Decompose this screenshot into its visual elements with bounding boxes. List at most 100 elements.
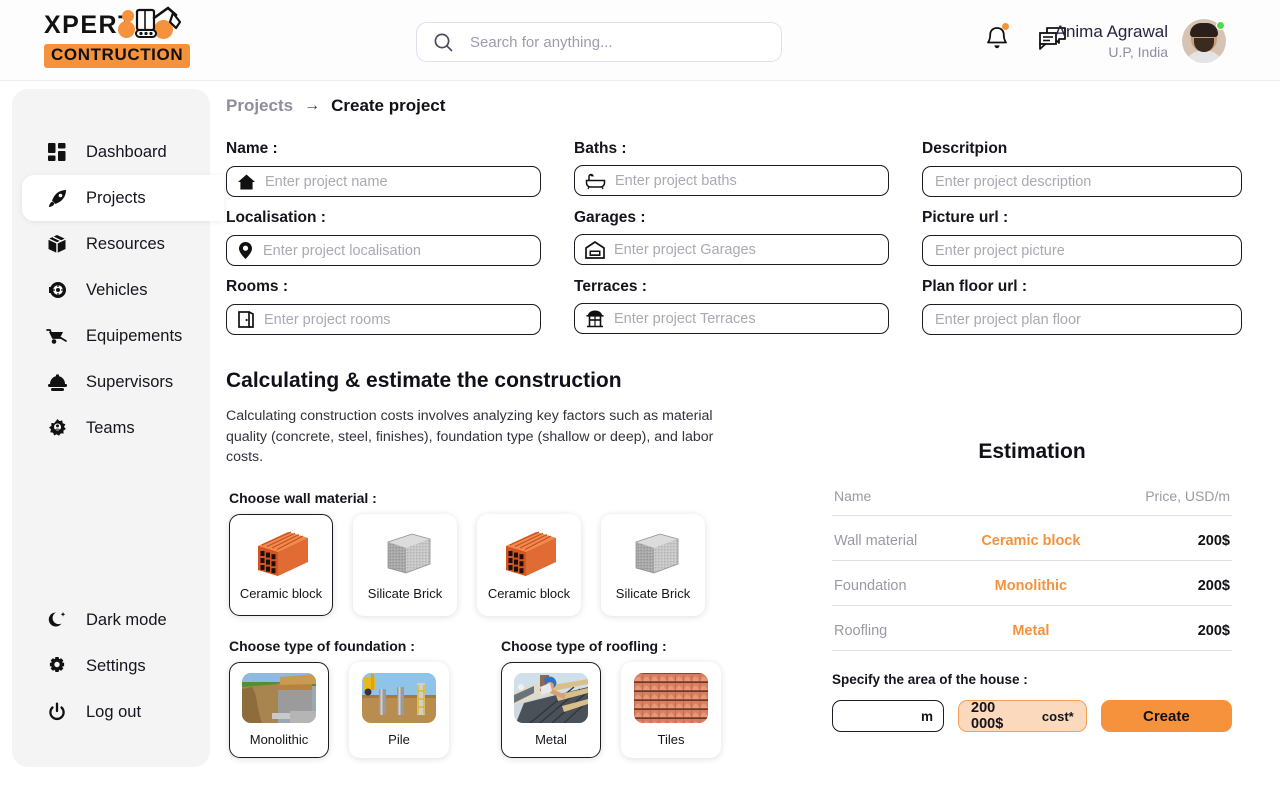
- sidebar-item-label: Dark mode: [86, 610, 167, 629]
- foundation-option-label: Monolithic: [249, 731, 309, 747]
- moon-icon: [46, 610, 68, 630]
- rooms-input[interactable]: [264, 311, 530, 328]
- search-icon: [433, 32, 454, 53]
- field-label: Baths :: [574, 140, 627, 157]
- sidebar-item-projects[interactable]: Projects: [22, 175, 224, 221]
- rooms-input-wrap[interactable]: [226, 304, 541, 335]
- column-header-price: Price, USD/m: [1104, 488, 1232, 516]
- sidebar-item-vehicles[interactable]: Vehicles: [22, 267, 224, 313]
- wall-option-ceramic-2[interactable]: Ceramic block: [477, 513, 581, 616]
- sidebar: Dashboard Projects Resources Vehicles Eq…: [12, 89, 224, 767]
- silicate-brick-image: [622, 528, 684, 580]
- notification-badge: [1002, 23, 1009, 30]
- row-value: Monolithic: [957, 560, 1105, 606]
- plan-floor-url-input-wrap[interactable]: [922, 304, 1242, 335]
- sidebar-item-log-out[interactable]: Log out: [22, 689, 224, 735]
- column-header-name: Name: [832, 488, 958, 516]
- row-name: Foundation: [832, 560, 958, 606]
- sidebar-item-dashboard[interactable]: Dashboard: [22, 129, 224, 175]
- user-name: Anima Agrawal: [1054, 22, 1168, 42]
- cost-chip: 200 000$ cost*: [958, 700, 1087, 732]
- pin-icon: [237, 241, 254, 260]
- name-input[interactable]: [265, 173, 530, 190]
- wheel-icon: [46, 280, 68, 300]
- description-input-wrap[interactable]: [922, 166, 1242, 197]
- area-input-wrap[interactable]: m: [832, 700, 944, 732]
- field-rooms: Rooms :: [226, 278, 541, 335]
- roofing-option-metal[interactable]: Metal: [501, 661, 601, 758]
- field-terraces: Terraces :: [574, 278, 889, 335]
- field-baths: Baths :: [574, 140, 889, 197]
- field-label: Rooms :: [226, 278, 288, 295]
- name-input-wrap[interactable]: [226, 166, 541, 197]
- terraces-input-wrap[interactable]: [574, 303, 889, 334]
- foundation-option-pile[interactable]: Pile: [349, 661, 449, 758]
- search-input[interactable]: [470, 33, 740, 51]
- roofing-label: Choose type of roofling :: [501, 637, 667, 654]
- foundation-section: Choose type of foundation : Monolithic P…: [229, 638, 449, 758]
- plan-floor-url-input[interactable]: [935, 311, 1231, 328]
- cost-suffix: cost*: [1041, 708, 1074, 724]
- power-icon: [46, 702, 68, 722]
- sidebar-item-settings[interactable]: Settings: [22, 643, 224, 689]
- sidebar-item-equipements[interactable]: Equipements: [22, 313, 224, 359]
- area-input[interactable]: [843, 708, 921, 724]
- estimation-table-header: Name Price, USD/m: [832, 488, 1232, 516]
- rocket-icon: [46, 188, 68, 209]
- create-button[interactable]: Create: [1100, 700, 1232, 732]
- terraces-input[interactable]: [614, 310, 878, 327]
- ceramic-block-image: [498, 528, 560, 580]
- wall-option-label: Silicate Brick: [367, 586, 443, 602]
- garages-input[interactable]: [614, 241, 878, 258]
- baths-input-wrap[interactable]: [574, 165, 889, 196]
- row-value: Metal: [957, 605, 1105, 651]
- sidebar-item-supervisors[interactable]: Supervisors: [22, 359, 224, 405]
- wall-option-ceramic-1[interactable]: Ceramic block: [229, 513, 333, 616]
- baths-input[interactable]: [615, 172, 878, 189]
- sidebar-item-label: Teams: [86, 418, 135, 437]
- field-plan-floor-url: Plan floor url :: [922, 278, 1242, 335]
- project-form: Name : Baths :: [226, 140, 1256, 341]
- foundation-option-monolithic[interactable]: Monolithic: [229, 661, 329, 758]
- arrow-right-icon: →: [304, 97, 321, 114]
- estimation-table: Name Price, USD/m Wall material Ceramic …: [832, 488, 1232, 651]
- calc-section-description: Calculating construction costs involves …: [226, 408, 714, 466]
- field-label: Localisation :: [226, 209, 326, 226]
- field-label: Plan floor url :: [922, 278, 1028, 295]
- calc-section-title: Calculating & estimate the construction: [226, 369, 622, 392]
- breadcrumb-parent[interactable]: Projects: [226, 96, 293, 116]
- estimation-title: Estimation: [978, 440, 1086, 463]
- user-profile[interactable]: Anima Agrawal U.P, India: [1055, 19, 1226, 63]
- silicate-brick-image: [374, 528, 436, 580]
- roofing-option-label: Metal: [535, 731, 567, 747]
- notifications-button[interactable]: [984, 23, 1010, 52]
- row-price: 200$: [1104, 515, 1232, 561]
- main-content: Projects → Create project Name : Baths :: [226, 96, 1256, 758]
- sidebar-item-label: Vehicles: [86, 280, 148, 299]
- dashboard-icon: [46, 142, 68, 162]
- online-status-dot: [1216, 21, 1225, 30]
- description-input[interactable]: [935, 173, 1231, 190]
- picture-url-input[interactable]: [935, 242, 1231, 259]
- picture-url-input-wrap[interactable]: [922, 235, 1242, 266]
- foundation-option-label: Pile: [388, 731, 410, 747]
- wall-option-silicate-1[interactable]: Silicate Brick: [353, 513, 457, 616]
- roofing-option-tiles[interactable]: Tiles: [621, 661, 721, 758]
- sidebar-item-dark-mode[interactable]: Dark mode: [22, 597, 224, 643]
- search-bar[interactable]: [416, 22, 782, 62]
- avatar-hair: [1190, 23, 1218, 37]
- row-price: 200$: [1104, 605, 1232, 651]
- sidebar-item-teams[interactable]: Teams: [22, 405, 224, 451]
- wall-option-silicate-2[interactable]: Silicate Brick: [601, 513, 705, 616]
- localisation-input-wrap[interactable]: [226, 235, 541, 266]
- field-description: Descritpion: [922, 140, 1242, 197]
- home-icon: [237, 173, 256, 191]
- row-name: Wall material: [832, 515, 958, 561]
- field-label: Descritpion: [922, 140, 1008, 157]
- sidebar-item-resources[interactable]: Resources: [22, 221, 224, 267]
- wheelbarrow-icon: [46, 327, 68, 345]
- brand-logo[interactable]: XPERT CONTRUCTION: [44, 6, 191, 72]
- garages-input-wrap[interactable]: [574, 234, 889, 265]
- localisation-input[interactable]: [263, 242, 530, 259]
- breadcrumb: Projects → Create project: [226, 96, 1256, 116]
